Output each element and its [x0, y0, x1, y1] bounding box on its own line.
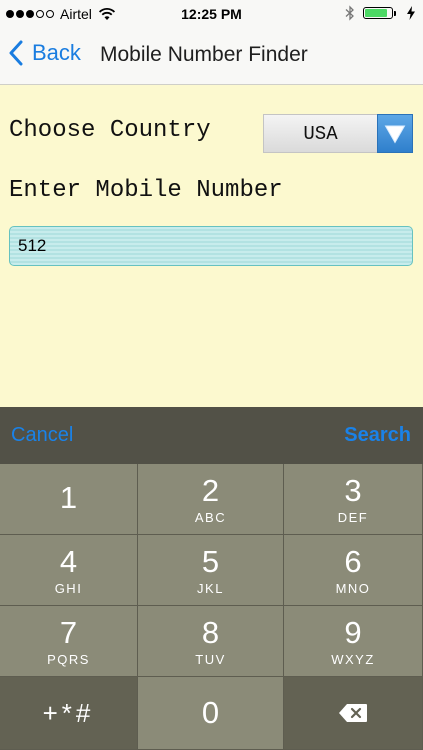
key-3[interactable]: 3 DEF: [284, 464, 423, 535]
back-button-label: Back: [32, 40, 81, 65]
bluetooth-icon: [345, 5, 354, 21]
battery-body: [363, 7, 393, 19]
country-selected-value: USA: [263, 114, 377, 153]
battery-fill: [365, 9, 388, 17]
key-6[interactable]: 6 MNO: [284, 535, 423, 606]
numeric-keypad: 1 2 ABC 3 DEF 4 GHI 5 JKL 6 MNO 7 PQRS 8…: [0, 464, 423, 750]
key-4[interactable]: 4 GHI: [0, 535, 138, 606]
key-digit: 7: [59, 614, 78, 650]
battery-tip: [394, 10, 396, 16]
dropdown-button[interactable]: [377, 114, 413, 153]
key-symbols[interactable]: +*#: [0, 677, 138, 750]
status-bar: Airtel 12:25 PM: [0, 0, 423, 28]
key-letters: TUV: [195, 651, 226, 667]
cancel-button[interactable]: Cancel: [11, 424, 73, 447]
form-area: Choose Country USA Enter Mobile Number: [0, 85, 423, 407]
delete-icon: [339, 704, 367, 722]
key-0[interactable]: 0: [138, 677, 284, 750]
key-letters: MNO: [335, 580, 371, 596]
triangle-down-icon: [384, 125, 406, 144]
key-digit: 3: [344, 472, 362, 508]
key-letters: JKL: [197, 580, 224, 596]
key-letters: WXYZ: [331, 651, 375, 667]
choose-country-label: Choose Country: [9, 117, 211, 144]
key-9[interactable]: 9 WXYZ: [284, 606, 423, 677]
key-1[interactable]: 1: [0, 464, 138, 535]
key-digit: 4: [59, 543, 78, 579]
key-letters: DEF: [337, 509, 369, 525]
key-digit: 2: [201, 472, 220, 508]
key-digit: 8: [201, 614, 220, 650]
key-8[interactable]: 8 TUV: [138, 606, 284, 677]
key-digit: 9: [344, 614, 362, 650]
page-title: Mobile Number Finder: [100, 43, 308, 66]
key-2[interactable]: 2 ABC: [138, 464, 284, 535]
key-digit: 0: [201, 695, 220, 730]
mobile-number-input[interactable]: [9, 226, 413, 266]
battery-icon: [363, 7, 396, 19]
key-symbols-label: +*#: [42, 697, 95, 728]
charging-bolt-icon: [407, 6, 415, 20]
key-7[interactable]: 7 PQRS: [0, 606, 138, 677]
chevron-left-icon: [9, 40, 23, 66]
key-digit: 1: [59, 480, 78, 515]
navigation-bar: Back Mobile Number Finder: [0, 28, 423, 85]
key-letters: GHI: [54, 580, 83, 596]
key-letters: ABC: [194, 509, 227, 525]
keyboard-toolbar: Cancel Search: [0, 407, 423, 464]
key-5[interactable]: 5 JKL: [138, 535, 284, 606]
enter-number-label: Enter Mobile Number: [9, 177, 283, 204]
back-button[interactable]: Back: [8, 40, 81, 66]
key-letters: PQRS: [47, 651, 90, 667]
key-digit: 6: [344, 543, 362, 579]
key-delete[interactable]: [284, 677, 423, 750]
key-digit: 5: [201, 543, 220, 579]
country-dropdown[interactable]: USA: [263, 114, 413, 153]
status-right: [345, 5, 415, 21]
search-button[interactable]: Search: [344, 424, 411, 447]
